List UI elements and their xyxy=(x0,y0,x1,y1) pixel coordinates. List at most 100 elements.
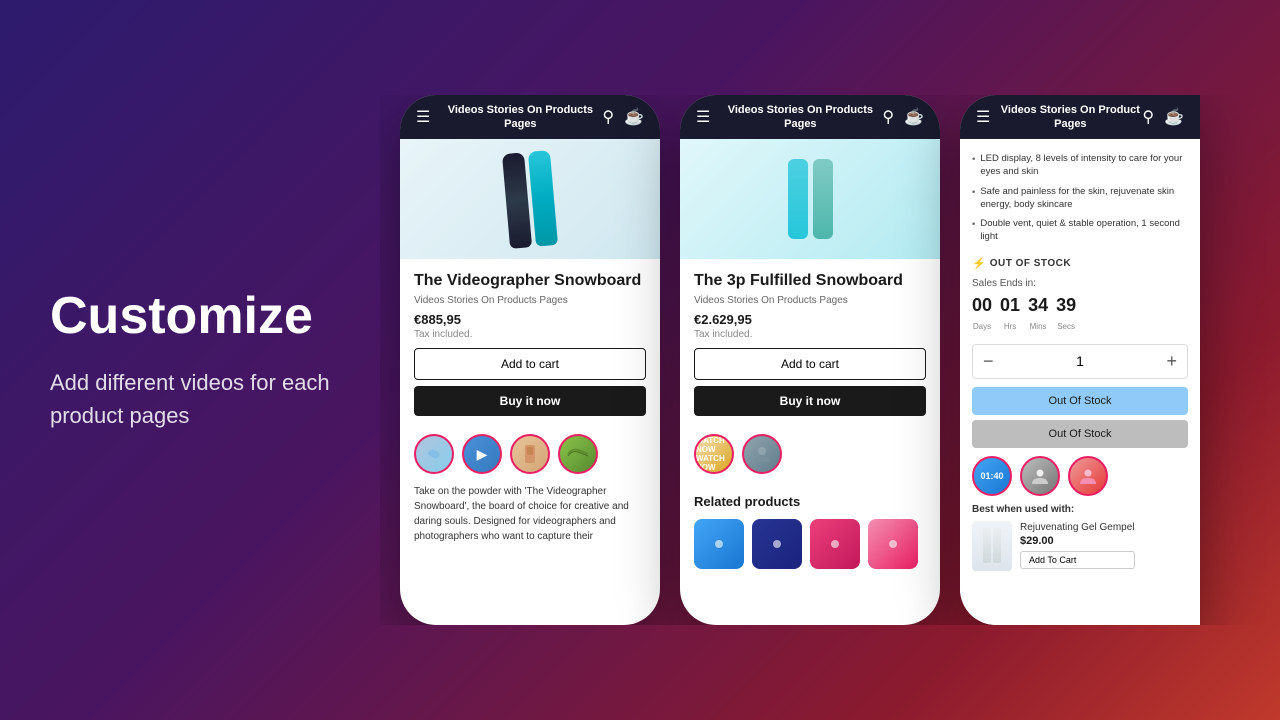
phone-1-wrapper: ☰ Videos Stories On Products Pages ⚲ ☕ T… xyxy=(400,95,660,625)
phone-1-store-title: Videos Stories On Products Pages xyxy=(438,103,602,132)
play-icon: ▶ xyxy=(477,446,488,463)
phone-1-icons: ⚲ ☕ xyxy=(602,107,644,127)
cart-icon-3[interactable]: ☕ xyxy=(1164,107,1184,127)
product-store-1: Videos Stories On Products Pages xyxy=(414,295,646,306)
qty-control: − 1 + xyxy=(972,344,1188,379)
phone-3: ☰ Videos Stories On Product Pages ⚲ ☕ LE… xyxy=(960,95,1200,625)
hrs-value: 01 xyxy=(1000,295,1020,316)
related-add-to-cart-button[interactable]: Add To Cart xyxy=(1020,551,1135,569)
countdown-secs: 39 Secs xyxy=(1056,295,1076,334)
buy-now-button-1[interactable]: Buy it now xyxy=(414,386,646,416)
related-thumb-3[interactable] xyxy=(810,519,860,569)
product-image-1 xyxy=(400,139,660,259)
countdown-mins: 34 Mins xyxy=(1028,295,1048,334)
story-circle-2[interactable]: ▶ xyxy=(462,434,502,474)
product-price-2: €2.629,95 xyxy=(694,312,926,327)
buy-now-button-2[interactable]: Buy it now xyxy=(694,386,926,416)
snowboard-dark xyxy=(502,152,532,249)
bullet-list: LED display, 8 levels of intensity to ca… xyxy=(972,149,1188,247)
product-image-2 xyxy=(680,139,940,259)
secs-value: 39 xyxy=(1056,295,1076,316)
phone-2-wrapper: ☰ Videos Stories On Products Pages ⚲ ☕ T… xyxy=(680,95,940,625)
oos-text: OUT OF STOCK xyxy=(990,258,1071,269)
phones-container: ☰ Videos Stories On Products Pages ⚲ ☕ T… xyxy=(380,95,1280,625)
main-heading: Customize xyxy=(50,288,330,345)
related-thumb-1[interactable] xyxy=(694,519,744,569)
related-product-name: Rejuvenating Gel Gempel xyxy=(1020,522,1135,533)
add-to-cart-button-1[interactable]: Add to cart xyxy=(414,348,646,380)
story-circle-3[interactable] xyxy=(510,434,550,474)
related-thumb-2[interactable] xyxy=(752,519,802,569)
search-icon-2[interactable]: ⚲ xyxy=(882,107,894,127)
serum-bottle xyxy=(983,528,1001,563)
out-of-stock-badge: ⚡ OUT OF STOCK xyxy=(972,257,1188,270)
story-circle-1[interactable] xyxy=(414,434,454,474)
oos-gray-button[interactable]: Out Of Stock xyxy=(972,420,1188,448)
related-thumb-4[interactable] xyxy=(868,519,918,569)
phone-1: ☰ Videos Stories On Products Pages ⚲ ☕ T… xyxy=(400,95,660,625)
mins-label: Mins xyxy=(1030,322,1047,331)
cart-icon[interactable]: ☕ xyxy=(624,107,644,127)
story-circle-3-1[interactable]: 01:40 xyxy=(972,456,1012,496)
related-product-info: Rejuvenating Gel Gempel $29.00 Add To Ca… xyxy=(1020,522,1135,569)
qty-plus[interactable]: + xyxy=(1166,351,1177,372)
sales-ends-label: Sales Ends in: xyxy=(972,278,1188,289)
bullet-2: Safe and painless for the skin, rejuvena… xyxy=(972,182,1188,215)
phone-3-store-title: Videos Stories On Product Pages xyxy=(998,103,1142,132)
left-panel: Customize Add different videos for each … xyxy=(0,228,380,491)
hrs-label: Hrs xyxy=(1004,322,1016,331)
product-title-1: The Videographer Snowboard xyxy=(414,271,646,291)
tax-info-2: Tax included. xyxy=(694,329,926,340)
hamburger-icon-3[interactable]: ☰ xyxy=(976,107,990,127)
story-circle-2-2[interactable] xyxy=(742,434,782,474)
secs-label: Secs xyxy=(1057,322,1075,331)
product-description-1: Take on the powder with 'The Videographe… xyxy=(400,484,660,544)
snowboard-2 xyxy=(788,159,833,239)
related-title: Related products xyxy=(694,494,926,509)
related-thumbs xyxy=(694,519,926,569)
related-product-price: $29.00 xyxy=(1020,535,1135,547)
phone-3-icons: ⚲ ☕ xyxy=(1142,107,1184,127)
story-circle-4[interactable] xyxy=(558,434,598,474)
days-label: Days xyxy=(973,322,991,331)
sub-heading: Add different videos for each product pa… xyxy=(50,366,330,432)
story-circle-3-3[interactable] xyxy=(1068,456,1108,496)
phone-3-navbar: ☰ Videos Stories On Product Pages ⚲ ☕ xyxy=(960,95,1200,139)
phone-2-store-title: Videos Stories On Products Pages xyxy=(718,103,882,132)
countdown-hrs: 01 Hrs xyxy=(1000,295,1020,334)
story-circle-2-1[interactable]: WATCH NOW WATCH NOW xyxy=(694,434,734,474)
snowboard-teal xyxy=(528,150,558,247)
related-product-img xyxy=(972,521,1012,571)
qty-value: 1 xyxy=(1076,353,1084,369)
mins-value: 34 xyxy=(1028,295,1048,316)
phone-1-navbar: ☰ Videos Stories On Products Pages ⚲ ☕ xyxy=(400,95,660,139)
phone-3-wrapper: ☰ Videos Stories On Product Pages ⚲ ☕ LE… xyxy=(960,95,1200,625)
phone-2-navbar: ☰ Videos Stories On Products Pages ⚲ ☕ xyxy=(680,95,940,139)
product-store-2: Videos Stories On Products Pages xyxy=(694,295,926,306)
product-info-2: The 3p Fulfilled Snowboard Videos Storie… xyxy=(680,259,940,434)
story-circle-3-2[interactable] xyxy=(1020,456,1060,496)
best-when-label: Best when used with: xyxy=(972,504,1188,515)
hamburger-icon[interactable]: ☰ xyxy=(416,107,430,127)
bullet-1: LED display, 8 levels of intensity to ca… xyxy=(972,149,1188,182)
add-to-cart-button-2[interactable]: Add to cart xyxy=(694,348,926,380)
qty-minus[interactable]: − xyxy=(983,351,994,372)
lightning-icon: ⚡ xyxy=(972,257,986,270)
story-circles-3: 01:40 xyxy=(972,456,1188,496)
search-icon[interactable]: ⚲ xyxy=(602,107,614,127)
sb2-a xyxy=(788,159,808,239)
days-value: 00 xyxy=(972,295,992,316)
story-circles-2: WATCH NOW WATCH NOW xyxy=(680,434,940,474)
related-products-section: Related products xyxy=(680,484,940,579)
product-price-1: €885,95 xyxy=(414,312,646,327)
oos-blue-button[interactable]: Out Of Stock xyxy=(972,387,1188,415)
phone-2: ☰ Videos Stories On Products Pages ⚲ ☕ T… xyxy=(680,95,940,625)
phone-3-content: LED display, 8 levels of intensity to ca… xyxy=(960,139,1200,581)
cart-icon-2[interactable]: ☕ xyxy=(904,107,924,127)
search-icon-3[interactable]: ⚲ xyxy=(1142,107,1154,127)
phone-3-body: LED display, 8 levels of intensity to ca… xyxy=(960,139,1200,625)
related-product: Rejuvenating Gel Gempel $29.00 Add To Ca… xyxy=(972,521,1188,571)
hamburger-icon-2[interactable]: ☰ xyxy=(696,107,710,127)
sb2-b xyxy=(813,159,833,239)
product-title-2: The 3p Fulfilled Snowboard xyxy=(694,271,926,291)
